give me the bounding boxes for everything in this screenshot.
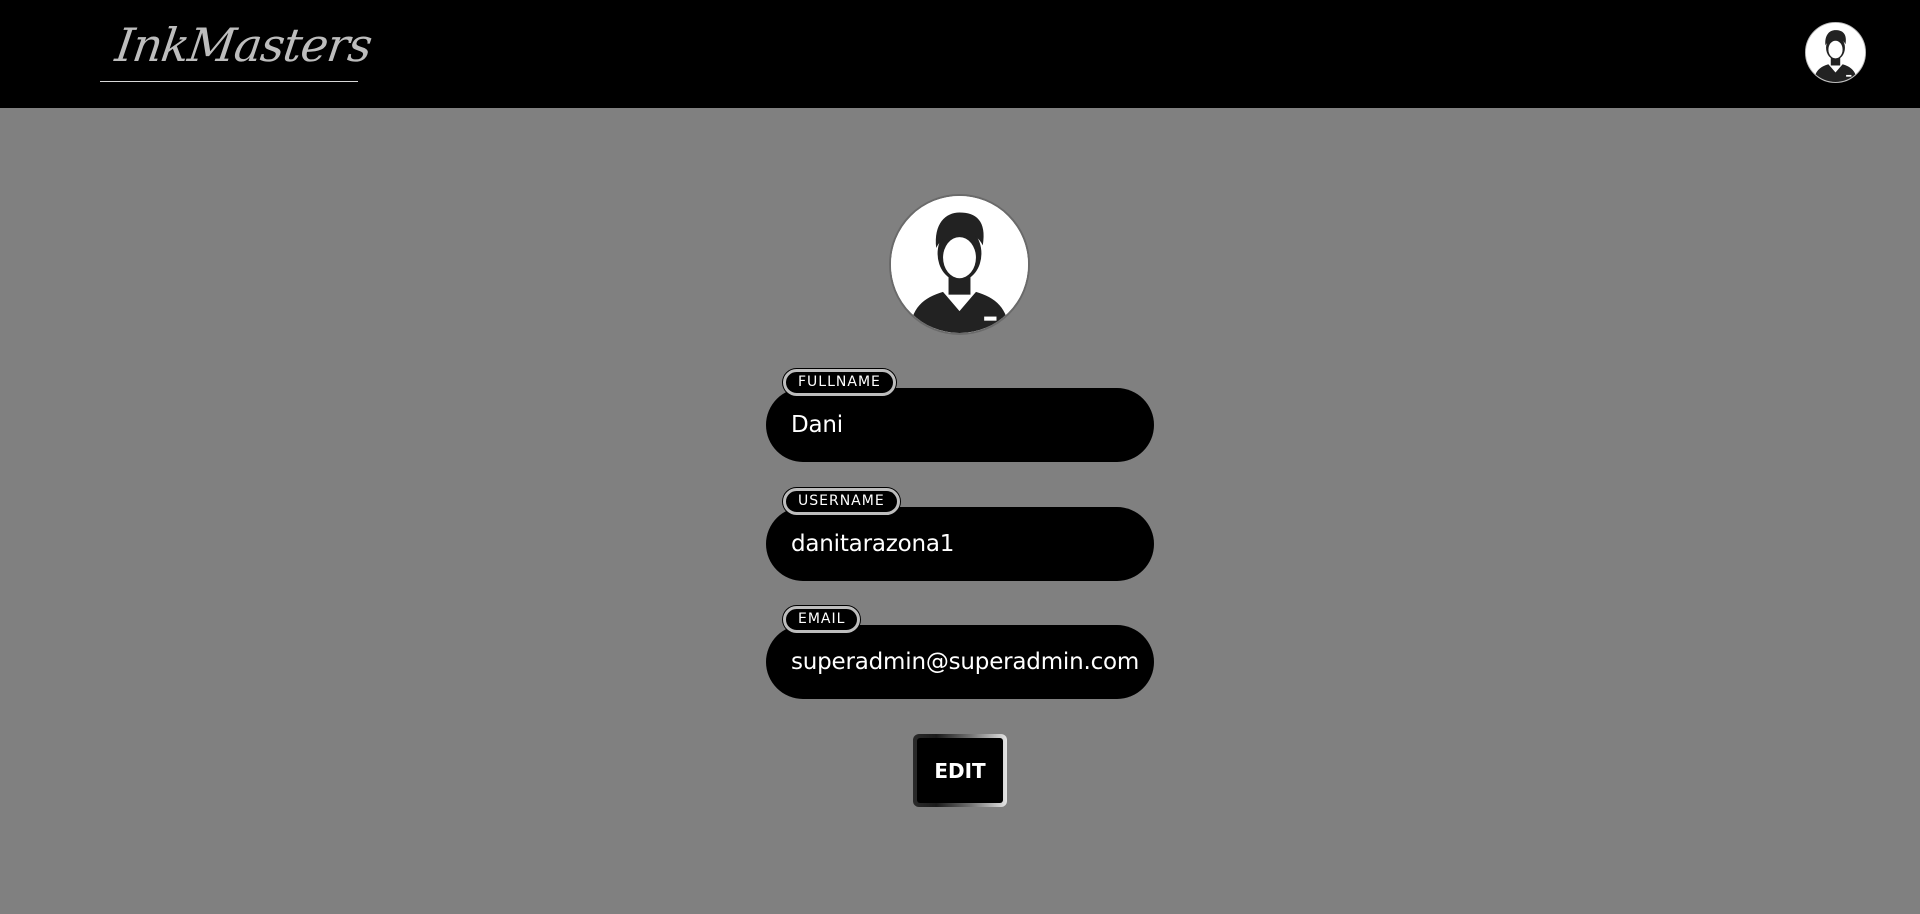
username-field: danitarazona1 USERNAME bbox=[766, 488, 1154, 581]
user-avatar-icon bbox=[1806, 23, 1865, 82]
email-label: EMAIL bbox=[783, 606, 861, 633]
brand-logo[interactable]: InkMasters bbox=[100, 14, 375, 82]
header-avatar[interactable] bbox=[1805, 22, 1866, 83]
username-value: danitarazona1 bbox=[791, 531, 955, 557]
user-avatar-icon bbox=[891, 196, 1028, 333]
brand-name: InkMasters bbox=[112, 18, 375, 72]
username-label: USERNAME bbox=[783, 488, 900, 515]
top-bar: InkMasters bbox=[0, 0, 1920, 108]
edit-button-label: EDIT bbox=[917, 738, 1003, 803]
profile-avatar bbox=[889, 194, 1030, 335]
edit-button[interactable]: EDIT bbox=[913, 734, 1007, 807]
fullname-field: Dani FULLNAME bbox=[766, 369, 1154, 462]
email-value: superadmin@superadmin.com bbox=[791, 649, 1140, 675]
email-field: superadmin@superadmin.com EMAIL bbox=[766, 606, 1154, 699]
email-input[interactable]: superadmin@superadmin.com bbox=[766, 625, 1154, 699]
profile-page: Dani FULLNAME danitarazona1 USERNAME sup… bbox=[0, 108, 1920, 914]
username-input[interactable]: danitarazona1 bbox=[766, 507, 1154, 581]
fullname-input[interactable]: Dani bbox=[766, 388, 1154, 462]
fullname-label: FULLNAME bbox=[783, 369, 896, 396]
fullname-value: Dani bbox=[791, 412, 843, 438]
